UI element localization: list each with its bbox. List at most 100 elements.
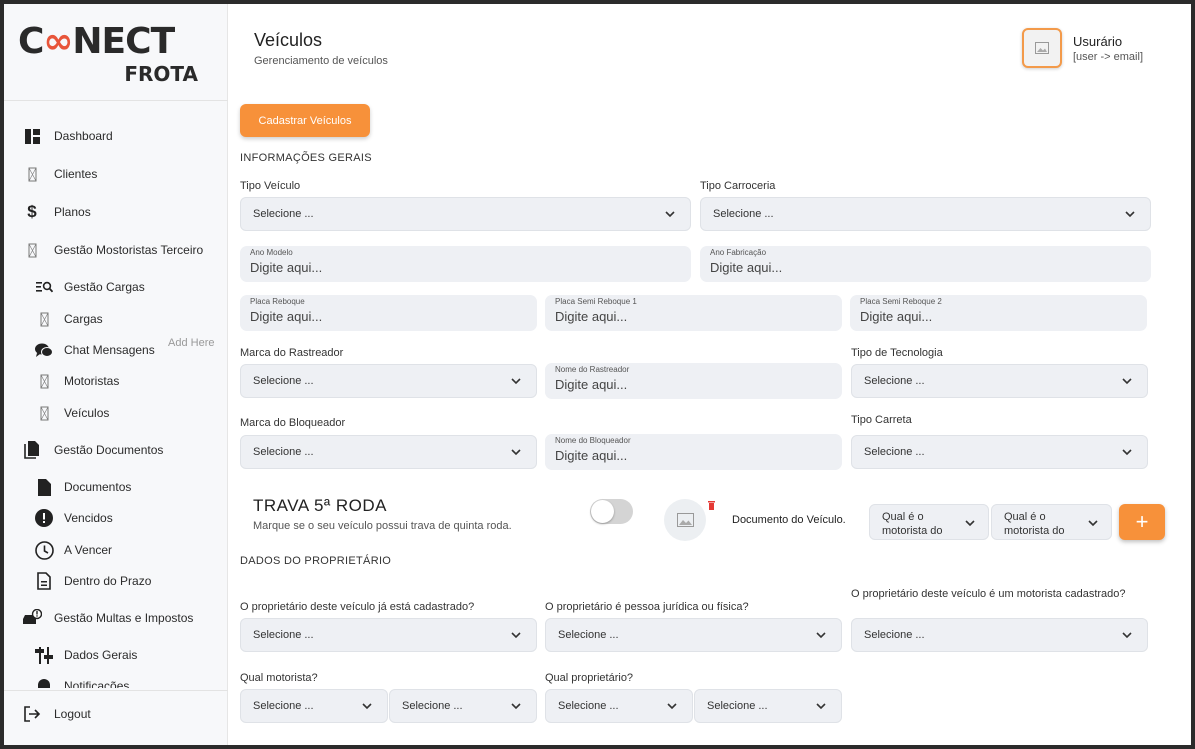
missing-glyph-icon — [34, 371, 54, 391]
owner-driver-select[interactable]: Selecione ... — [851, 618, 1148, 652]
sidebar-item-planos[interactable]: $ Planos — [22, 202, 90, 222]
chevron-down-icon — [1122, 449, 1132, 456]
owner-registered-label: O proprietário deste veículo já está cad… — [240, 601, 475, 613]
select-value: Selecione ... — [253, 629, 314, 641]
logout-icon — [22, 704, 42, 724]
dashboard-icon — [22, 126, 42, 146]
placa-reboque-input[interactable]: Placa Reboque Digite aqui... — [240, 295, 537, 331]
sidebar-item-label: Dashboard — [54, 129, 113, 143]
field-label: Nome do Bloqueador — [555, 436, 631, 445]
sidebar-item-gestao-cargas[interactable]: Gestão Cargas — [34, 277, 145, 297]
field-label: Nome do Rastreador — [555, 365, 630, 374]
sidebar-divider — [4, 690, 228, 691]
field-label: Ano Fabricação — [710, 248, 767, 257]
sidebar-item-veiculos[interactable]: Veículos — [34, 403, 109, 423]
qual-motorista-select-2[interactable]: Selecione ... — [389, 689, 537, 723]
sidebar-item-cargas[interactable]: Cargas — [34, 309, 103, 329]
qual-proprietario-label: Qual proprietário? — [545, 672, 634, 684]
clock-icon — [34, 540, 54, 560]
field-label: Placa Semi Reboque 1 — [555, 297, 637, 306]
document-image-upload[interactable] — [664, 499, 706, 541]
motorista-select-1[interactable]: Qual é o motorista do — [869, 504, 989, 540]
qual-proprietario-select-2[interactable]: Selecione ... — [694, 689, 842, 723]
nome-bloqueador-input[interactable]: Nome do Bloqueador Digite aqui... — [545, 434, 842, 470]
sidebar: C∞NECT FROTA Dashboard Clientes $ Planos… — [4, 4, 228, 745]
ano-modelo-input[interactable]: Ano Modelo Digite aqui... — [240, 246, 691, 282]
alert-circle-icon — [34, 508, 54, 528]
owner-driver-label: O proprietário deste veículo é um motori… — [851, 588, 1126, 600]
sidebar-item-gestao-documentos[interactable]: Gestão Documentos — [22, 440, 163, 460]
documents-icon — [22, 440, 42, 460]
chat-icon — [34, 340, 54, 360]
marca-bloqueador-label: Marca do Bloqueador — [240, 417, 346, 429]
nome-rastreador-input[interactable]: Nome do Rastreador Digite aqui... — [545, 363, 842, 399]
tipo-tecnologia-select[interactable]: Selecione ... — [851, 364, 1148, 398]
sidebar-item-a-vencer[interactable]: A Vencer — [34, 540, 112, 560]
chevron-down-icon — [816, 703, 826, 710]
sidebar-item-label: Chat Mensagens — [64, 343, 155, 357]
tipo-carroceria-select[interactable]: Selecione ... — [700, 197, 1151, 231]
field-label: Placa Semi Reboque 2 — [860, 297, 942, 306]
sidebar-item-label: Documentos — [64, 480, 132, 494]
sidebar-item-label: Dados Gerais — [64, 648, 138, 662]
add-document-button[interactable]: + — [1119, 504, 1165, 540]
car-alert-icon — [22, 608, 42, 628]
chevron-down-icon — [965, 520, 975, 527]
missing-glyph-icon — [34, 309, 54, 329]
sidebar-item-gestao-motoristas[interactable]: Gestão Mostoristas Terceiro — [22, 240, 203, 260]
ano-fabricacao-input[interactable]: Ano Fabricação Digite aqui... — [700, 246, 1151, 282]
sidebar-item-dentro-prazo[interactable]: Dentro do Prazo — [34, 571, 151, 591]
missing-glyph-icon — [34, 403, 54, 423]
select-value: Selecione ... — [253, 375, 314, 387]
tipo-carreta-select[interactable]: Selecione ... — [851, 435, 1148, 469]
logo-subtitle: FROTA — [124, 62, 198, 86]
sidebar-item-label: Dentro do Prazo — [64, 574, 152, 588]
sidebar-item-motoristas[interactable]: Motoristas — [34, 371, 119, 391]
sidebar-item-vencidos[interactable]: Vencidos — [34, 508, 113, 528]
page-subtitle: Gerenciamento de veículos — [254, 55, 388, 67]
logo: C∞NECT FROTA — [18, 22, 208, 87]
qual-proprietario-select-1[interactable]: Selecione ... — [545, 689, 693, 723]
section-general-info: INFORMAÇÕES GERAIS — [240, 152, 372, 164]
sidebar-item-documentos[interactable]: Documentos — [34, 477, 131, 497]
sidebar-item-label: Motoristas — [64, 374, 120, 388]
sidebar-item-clientes[interactable]: Clientes — [22, 164, 97, 184]
avatar[interactable] — [1022, 28, 1062, 68]
input-placeholder: Digite aqui... — [250, 309, 323, 324]
trash-icon[interactable] — [708, 501, 715, 510]
marca-bloqueador-select[interactable]: Selecione ... — [240, 435, 537, 469]
trava-subtitle: Marque se o seu veículo possui trava de … — [253, 520, 512, 532]
select-value: Selecione ... — [864, 629, 925, 641]
sidebar-item-gestao-multas[interactable]: Gestão Multas e Impostos — [22, 608, 193, 628]
logout-button[interactable]: Logout — [22, 704, 91, 724]
qual-motorista-select-1[interactable]: Selecione ... — [240, 689, 388, 723]
document-lines-icon — [34, 571, 54, 591]
input-placeholder: Digite aqui... — [555, 448, 628, 463]
sidebar-scroll-clip: Notificações — [4, 676, 228, 688]
sidebar-item-label: Gestão Multas e Impostos — [54, 611, 194, 625]
sidebar-item-label: Gestão Mostoristas Terceiro — [54, 243, 204, 257]
marca-rastreador-select[interactable]: Selecione ... — [240, 364, 537, 398]
sidebar-item-chat[interactable]: Chat Mensagens — [34, 340, 155, 360]
chevron-down-icon — [511, 378, 521, 385]
app-window: C∞NECT FROTA Dashboard Clientes $ Planos… — [4, 4, 1191, 745]
select-value: Selecione ... — [707, 700, 768, 712]
page-title: Veículos — [254, 30, 323, 50]
select-value: Selecione ... — [713, 208, 774, 220]
trava-toggle[interactable] — [590, 499, 633, 524]
sidebar-item-notificacoes[interactable]: Notificações — [34, 676, 129, 688]
owner-type-select[interactable]: Selecione ... — [545, 618, 842, 652]
register-vehicle-button[interactable]: Cadastrar Veículos — [240, 104, 370, 137]
sidebar-item-dados-gerais[interactable]: Dados Gerais — [34, 645, 137, 665]
motorista-select-2[interactable]: Qual é o motorista do — [991, 504, 1112, 540]
placa-semi-reboque-2-input[interactable]: Placa Semi Reboque 2 Digite aqui... — [850, 295, 1147, 331]
chevron-down-icon — [511, 632, 521, 639]
placa-semi-reboque-1-input[interactable]: Placa Semi Reboque 1 Digite aqui... — [545, 295, 842, 331]
sidebar-item-dashboard[interactable]: Dashboard — [22, 126, 113, 146]
tipo-veiculo-select[interactable]: Selecione ... — [240, 197, 691, 231]
select-value: Selecione ... — [558, 700, 619, 712]
trava-title: TRAVA 5ª RODA — [253, 496, 388, 515]
owner-registered-select[interactable]: Selecione ... — [240, 618, 537, 652]
sidebar-item-label: Gestão Cargas — [64, 280, 145, 294]
sidebar-item-label: Vencidos — [64, 511, 113, 525]
